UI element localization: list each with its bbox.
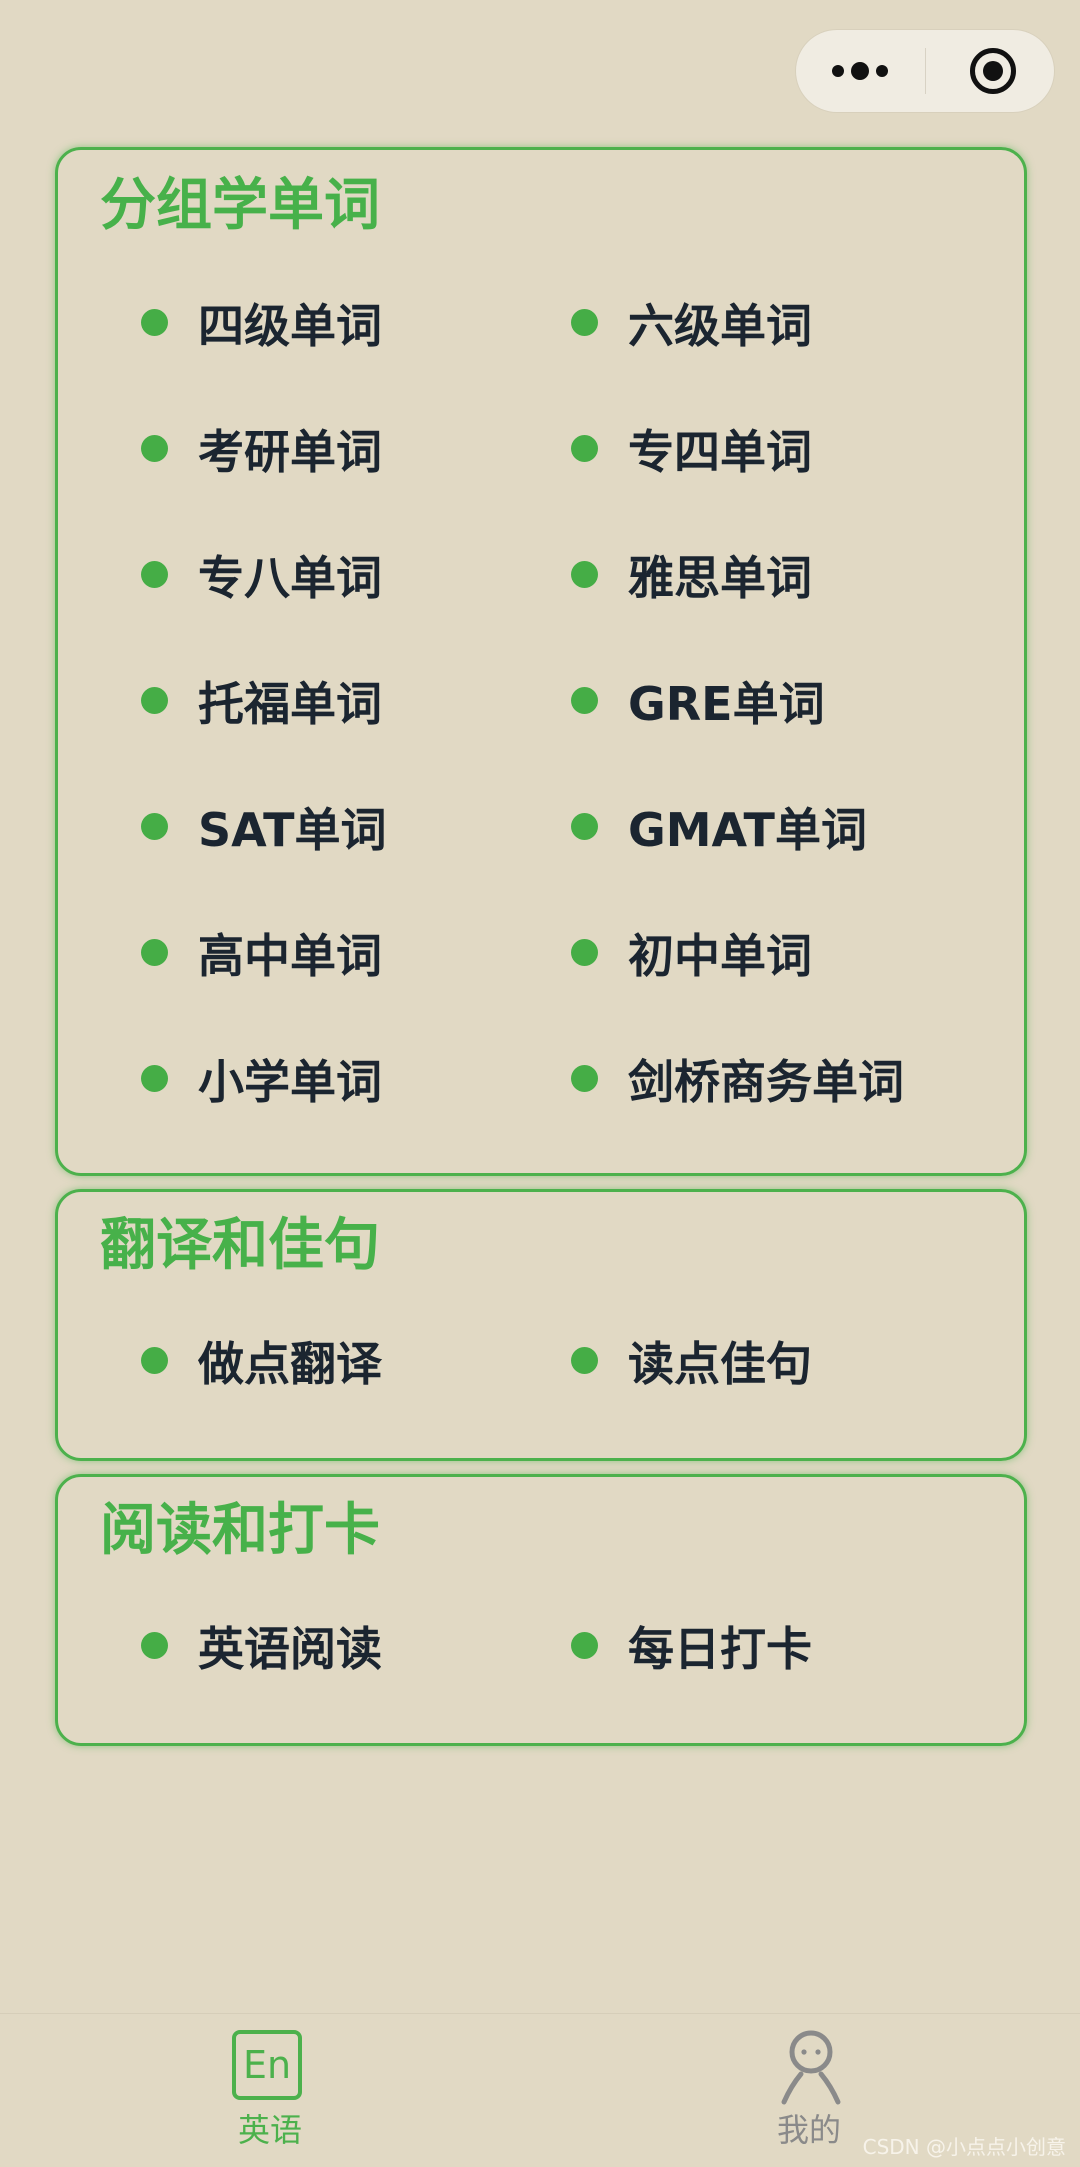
item-label: 四级单词 — [198, 299, 382, 353]
person-icon — [781, 2030, 841, 2105]
item-label: 英语阅读 — [198, 1622, 382, 1676]
item-label: 考研单词 — [198, 425, 382, 479]
section-title: 分组学单词 — [100, 173, 380, 238]
item-label: 六级单词 — [628, 299, 812, 353]
item-label: 剑桥商务单词 — [628, 1055, 904, 1109]
bullet-icon — [141, 560, 168, 588]
item-label: 初中单词 — [628, 929, 812, 983]
word-group-item[interactable]: 剑桥商务单词 — [571, 1052, 904, 1112]
checkin-item[interactable]: 每日打卡 — [571, 1619, 812, 1679]
word-group-item[interactable]: 考研单词 — [141, 422, 382, 482]
bullet-icon — [141, 434, 168, 462]
bullet-icon — [141, 1064, 168, 1092]
target-close-icon[interactable] — [970, 48, 1016, 94]
item-label: 专八单词 — [198, 551, 382, 605]
item-label: GMAT单词 — [628, 803, 867, 857]
reading-item[interactable]: 英语阅读 — [141, 1619, 382, 1679]
item-label: 托福单词 — [198, 677, 382, 731]
bullet-icon — [141, 686, 168, 714]
bullet-icon — [141, 938, 168, 966]
section-title: 阅读和打卡 — [100, 1498, 380, 1563]
en-book-icon: En — [232, 2030, 302, 2100]
tab-english[interactable]: En 英语 — [170, 2014, 370, 2167]
word-group-item[interactable]: 六级单词 — [571, 296, 812, 356]
word-group-item[interactable]: 高中单词 — [141, 926, 382, 986]
word-group-item[interactable]: SAT单词 — [141, 800, 387, 860]
word-group-item[interactable]: 专四单词 — [571, 422, 812, 482]
item-label: GRE单词 — [628, 677, 825, 731]
word-group-item[interactable]: 初中单词 — [571, 926, 812, 986]
tab-label-english: 英语 — [237, 2111, 302, 2149]
capsule-menu — [796, 30, 1054, 112]
word-group-item[interactable]: GMAT单词 — [571, 800, 867, 860]
translation-item[interactable]: 做点翻译 — [141, 1334, 382, 1394]
bullet-icon — [571, 308, 598, 336]
word-group-item[interactable]: 雅思单词 — [571, 548, 812, 608]
bullet-icon — [571, 686, 598, 714]
section-card-reading: 阅读和打卡 英语阅读 每日打卡 — [55, 1474, 1027, 1746]
bullet-icon — [141, 1346, 168, 1374]
bullet-icon — [571, 1631, 598, 1659]
item-label: 小学单词 — [198, 1055, 382, 1109]
word-group-item[interactable]: 小学单词 — [141, 1052, 382, 1112]
bullet-icon — [571, 560, 598, 588]
capsule-divider — [925, 48, 926, 94]
watermark: CSDN @小点点小创意 — [862, 2135, 1066, 2159]
bullet-icon — [571, 938, 598, 966]
item-label: 专四单词 — [628, 425, 812, 479]
word-group-item[interactable]: 四级单词 — [141, 296, 382, 356]
item-label: 高中单词 — [198, 929, 382, 983]
more-dots-icon[interactable] — [832, 30, 890, 112]
bullet-icon — [571, 1064, 598, 1092]
bullet-icon — [141, 1631, 168, 1659]
section-card-translation: 翻译和佳句 做点翻译 读点佳句 — [55, 1189, 1027, 1461]
item-label: 雅思单词 — [628, 551, 812, 605]
bullet-icon — [141, 812, 168, 840]
section-title: 翻译和佳句 — [100, 1213, 380, 1278]
bullet-icon — [141, 308, 168, 336]
sentence-item[interactable]: 读点佳句 — [571, 1334, 812, 1394]
item-label: SAT单词 — [198, 803, 387, 857]
item-label: 每日打卡 — [628, 1622, 812, 1676]
word-group-item[interactable]: GRE单词 — [571, 674, 825, 734]
item-label: 做点翻译 — [198, 1337, 382, 1391]
section-card-word-groups: 分组学单词 四级单词 六级单词 考研单词 专四单词 专八单词 雅思单词 托福单词… — [55, 147, 1027, 1176]
item-label: 读点佳句 — [628, 1337, 812, 1391]
bullet-icon — [571, 812, 598, 840]
bullet-icon — [571, 1346, 598, 1374]
word-group-item[interactable]: 托福单词 — [141, 674, 382, 734]
word-group-item[interactable]: 专八单词 — [141, 548, 382, 608]
bullet-icon — [571, 434, 598, 462]
